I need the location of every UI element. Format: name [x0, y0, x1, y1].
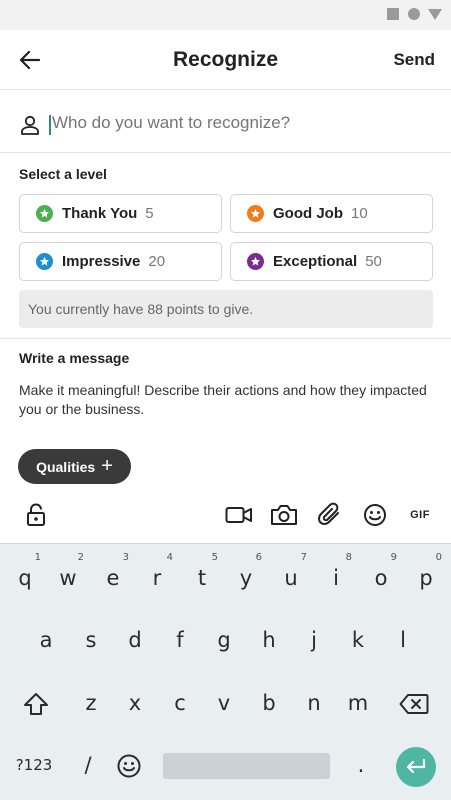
key-x[interactable]: x — [121, 691, 149, 715]
square-icon — [387, 8, 399, 20]
divider — [0, 338, 451, 339]
level-name: Thank You — [62, 205, 138, 222]
key-m[interactable]: m — [344, 691, 372, 715]
key-k[interactable]: k — [344, 628, 372, 652]
level-thank-you-button[interactable]: Thank You 5 — [19, 194, 222, 233]
key-g[interactable]: g — [210, 628, 238, 652]
key-h[interactable]: h — [255, 628, 283, 652]
key-l[interactable]: l — [389, 628, 417, 652]
level-points: 10 — [351, 205, 368, 222]
key-y[interactable]: y6 — [232, 552, 262, 590]
lock-icon[interactable] — [24, 502, 48, 528]
level-name: Good Job — [273, 205, 343, 222]
camera-icon[interactable] — [270, 502, 298, 528]
level-points: 20 — [148, 253, 166, 270]
circle-icon — [408, 8, 420, 20]
key-e[interactable]: e3 — [99, 552, 129, 590]
emoji-icon[interactable] — [362, 502, 388, 528]
key-slash[interactable]: / — [74, 753, 102, 777]
message-heading: Write a message — [19, 350, 130, 366]
key-n[interactable]: n — [300, 691, 328, 715]
key-period[interactable]: . — [347, 753, 375, 777]
key-c[interactable]: c — [166, 691, 194, 715]
spacebar[interactable] — [163, 753, 330, 779]
enter-icon — [406, 758, 426, 774]
person-icon — [21, 115, 39, 135]
key-v[interactable]: v — [210, 691, 238, 715]
select-level-heading: Select a level — [19, 166, 107, 182]
qualities-button[interactable]: Qualities + — [18, 449, 131, 484]
soft-keyboard: q1 w2 e3 r4 t5 y6 u7 i8 o9 p0 a s d f g … — [0, 543, 451, 800]
key-p[interactable]: p0 — [412, 552, 442, 590]
key-t[interactable]: t5 — [188, 552, 218, 590]
key-j[interactable]: j — [300, 628, 328, 652]
star-icon — [247, 205, 264, 222]
key-r[interactable]: r4 — [143, 552, 173, 590]
symbols-key[interactable]: ?123 — [12, 756, 56, 774]
level-good-job-button[interactable]: Good Job 10 — [230, 194, 433, 233]
key-w[interactable]: w2 — [54, 552, 84, 590]
level-name: Impressive — [62, 253, 141, 270]
star-icon — [247, 253, 264, 270]
text-cursor — [49, 115, 51, 135]
recipient-search-input[interactable] — [52, 113, 412, 133]
level-impressive-button[interactable]: Impressive 20 — [19, 242, 222, 281]
emoji-icon — [117, 754, 141, 778]
app-bar: Recognize Send — [0, 30, 451, 90]
paperclip-icon[interactable] — [316, 502, 344, 528]
shift-key[interactable] — [22, 692, 50, 718]
key-a[interactable]: a — [32, 628, 60, 652]
video-icon[interactable] — [225, 502, 253, 528]
backspace-icon — [399, 694, 429, 714]
key-o[interactable]: o9 — [367, 552, 397, 590]
triangle-icon — [428, 9, 442, 20]
send-button[interactable]: Send — [393, 50, 435, 70]
key-s[interactable]: s — [77, 628, 105, 652]
key-b[interactable]: b — [255, 691, 283, 715]
recipient-row — [0, 91, 451, 153]
key-u[interactable]: u7 — [277, 552, 307, 590]
page-title: Recognize — [172, 48, 279, 71]
status-bar — [0, 0, 451, 30]
emoji-key[interactable] — [115, 753, 143, 779]
arrow-left-icon — [20, 51, 40, 69]
level-points: 5 — [145, 205, 154, 222]
gif-icon: GIF — [410, 509, 430, 521]
level-exceptional-button[interactable]: Exceptional 50 — [230, 242, 433, 281]
key-i[interactable]: i8 — [322, 552, 352, 590]
gif-button[interactable]: GIF — [406, 502, 434, 528]
backspace-key[interactable] — [398, 693, 430, 719]
plus-icon: + — [101, 454, 113, 477]
level-points: 50 — [365, 253, 382, 270]
key-z[interactable]: z — [77, 691, 105, 715]
points-notice: You currently have 88 points to give. — [19, 290, 433, 328]
level-name: Exceptional — [273, 253, 358, 270]
key-q[interactable]: q1 — [11, 552, 41, 590]
back-button[interactable] — [14, 44, 46, 76]
enter-key[interactable] — [396, 747, 436, 787]
star-icon — [36, 205, 53, 222]
key-f[interactable]: f — [166, 628, 194, 652]
shift-icon — [24, 693, 48, 715]
key-d[interactable]: d — [121, 628, 149, 652]
message-input[interactable]: Make it meaningful! Describe their actio… — [19, 381, 429, 419]
star-icon — [36, 253, 53, 270]
qualities-label: Qualities — [36, 458, 96, 475]
